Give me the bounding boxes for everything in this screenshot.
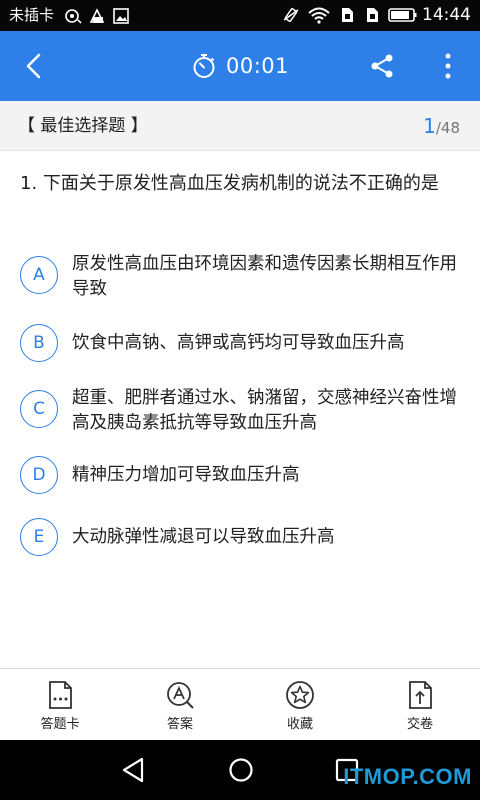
- vibrate-icon: [283, 8, 299, 22]
- option-letter: B: [20, 324, 58, 362]
- target-icon: [65, 9, 82, 24]
- watermark: ITMOP.COM: [343, 764, 472, 789]
- total-question-count: 48: [440, 119, 460, 137]
- question-type-label: 【 最佳选择题 】: [18, 116, 148, 136]
- option-e[interactable]: E 大动脉弹性减退可以导致血压升高: [0, 518, 480, 558]
- option-c[interactable]: C 超重、肥胖者通过水、钠潴留，交感神经兴奋性增高及胰岛素抵抗等导致血压升高: [0, 382, 480, 436]
- timer-text: 00:01: [226, 54, 290, 78]
- question-text: 1. 下面关于原发性高血压发病机制的说法不正确的是: [20, 173, 439, 194]
- app-header: 00:01: [0, 31, 480, 101]
- option-letter: D: [20, 456, 58, 494]
- answer-card-label: 答题卡: [40, 717, 80, 732]
- back-button[interactable]: [16, 48, 52, 84]
- battery-icon: [388, 8, 417, 22]
- option-text: 饮食中高钠、高钾或高钙均可导致血压升高: [72, 333, 405, 353]
- nav-back-button[interactable]: [118, 755, 148, 785]
- favorite-label: 收藏: [286, 717, 313, 732]
- question-type-bar: 【 最佳选择题 】 1/48: [0, 101, 480, 151]
- submit-button[interactable]: 交卷: [375, 669, 465, 741]
- option-text: 精神压力增加可导致血压升高: [72, 465, 300, 485]
- share-button[interactable]: [368, 52, 396, 80]
- option-b[interactable]: B 饮食中高钠、高钾或高钙均可导致血压升高: [0, 324, 480, 364]
- favorite-button[interactable]: 收藏: [255, 669, 345, 741]
- option-a[interactable]: A 原发性高血压由环境因素和遗传因素长期相互作用导致: [0, 248, 480, 300]
- more-vertical-icon: [445, 53, 451, 79]
- carrier-label: 未插卡: [9, 6, 55, 24]
- nav-home-button[interactable]: [226, 755, 256, 785]
- wifi-icon: [308, 7, 330, 24]
- status-bar: 未插卡 14:44: [0, 0, 480, 31]
- more-options-button[interactable]: [436, 51, 460, 81]
- question-progress: 1/48: [423, 113, 460, 141]
- clock: 14:44: [422, 5, 471, 25]
- circle-home-icon: [229, 758, 253, 782]
- answer-card-icon: [49, 681, 72, 709]
- sim-icon: [342, 8, 353, 22]
- chevron-left-icon: [26, 53, 41, 79]
- answer-button[interactable]: 答案: [135, 669, 225, 741]
- data-saver-icon: [89, 8, 105, 23]
- option-text: 超重、肥胖者通过水、钠潴留，交感神经兴奋性增高及胰岛素抵抗等导致血压升高: [72, 388, 457, 433]
- option-letter: E: [20, 518, 58, 556]
- image-icon: [113, 8, 129, 24]
- option-letter: A: [20, 256, 58, 294]
- sim-icon: [367, 8, 378, 22]
- timer: 00:01: [192, 51, 289, 81]
- star-icon: [286, 681, 314, 709]
- current-question-number: 1: [423, 114, 436, 138]
- answer-card-button[interactable]: 答题卡: [15, 669, 105, 741]
- answer-label: 答案: [166, 717, 193, 732]
- bottom-toolbar: 答题卡 答案 收藏 交卷: [0, 668, 480, 740]
- option-text: 大动脉弹性减退可以导致血压升高: [72, 527, 335, 547]
- option-letter: C: [20, 390, 58, 428]
- triangle-back-icon: [122, 757, 144, 783]
- stopwatch-icon: [193, 54, 215, 78]
- option-text: 原发性高血压由环境因素和遗传因素长期相互作用导致: [72, 254, 457, 299]
- submit-label: 交卷: [406, 717, 433, 732]
- submit-icon: [409, 681, 432, 709]
- answer-icon: [167, 682, 194, 709]
- option-d[interactable]: D 精神压力增加可导致血压升高: [0, 456, 480, 496]
- share-icon: [371, 54, 393, 78]
